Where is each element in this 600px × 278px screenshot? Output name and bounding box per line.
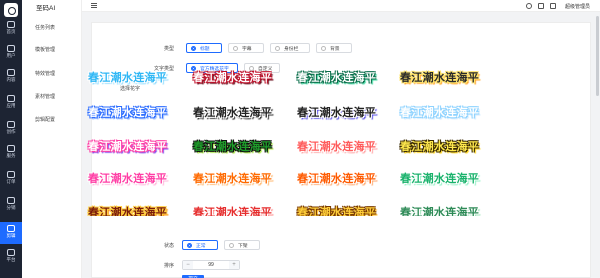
text-style-option-13[interactable]: 春江潮水连海平 — [193, 170, 272, 186]
refresh-icon[interactable] — [526, 3, 532, 9]
sort-value[interactable]: 99 — [193, 261, 229, 269]
sort-stepper: − 99 + — [182, 260, 240, 270]
text-style-option-3[interactable]: 春江潮水连海平 — [400, 69, 479, 85]
rail-item-4[interactable]: 创作 — [0, 118, 22, 140]
text-style-option-19[interactable]: 春江潮水连海平 — [400, 204, 479, 216]
text-style-option-7[interactable]: 春江潮水连海平 — [400, 104, 479, 120]
rail-item-label: 服务 — [6, 153, 16, 158]
subnav-item-4[interactable]: 剪辑配置 — [35, 116, 55, 123]
rail-item-label: 平台 — [6, 257, 16, 262]
user-icon — [7, 45, 15, 52]
type-option-subtitle[interactable]: 字幕 — [228, 43, 264, 53]
type-label: 类型 — [163, 46, 174, 52]
menu-toggle-icon[interactable] — [91, 3, 97, 8]
rail-item-label: 用户 — [6, 53, 16, 58]
rail-item-label: 分销 — [6, 205, 16, 210]
top-bar: 超级管理员 — [82, 0, 600, 12]
rail-item-9[interactable]: 平台 — [0, 246, 22, 268]
text-style-option-9[interactable]: 春江潮水连海平 — [193, 138, 272, 154]
type-option-title[interactable]: 标题 — [186, 43, 222, 53]
text-style-option-16[interactable]: 春江潮水连海平 — [88, 204, 167, 216]
text-style-option-8[interactable]: 春江潮水连海平 — [88, 138, 167, 154]
scrollbar-thumb[interactable] — [596, 16, 599, 96]
text-style-option-6[interactable]: 春江潮水连海平 — [297, 104, 376, 120]
text-style-option-4[interactable]: 春江潮水连海平 — [88, 104, 167, 120]
status-label: 状态 — [163, 243, 174, 249]
rail-item-8[interactable]: 剪辑 — [0, 222, 22, 244]
rail-item-7[interactable]: 分销 — [0, 194, 22, 216]
edit-icon — [7, 225, 15, 232]
type-option-background[interactable]: 背景 — [316, 43, 352, 53]
rail-item-2[interactable]: 内容 — [0, 66, 22, 88]
text-style-option-5[interactable]: 春江潮水连海平 — [193, 104, 272, 120]
text-style-option-18[interactable]: 春江潮水连海平 — [297, 204, 376, 216]
rail-item-1[interactable]: 用户 — [0, 42, 22, 64]
rail-item-0[interactable]: 首页 — [0, 18, 22, 40]
sort-label: 排序 — [163, 263, 174, 269]
rail-item-label: 剪辑 — [6, 233, 16, 238]
text-style-option-1[interactable]: 春江潮水连海平 — [193, 69, 272, 85]
share-icon — [7, 197, 15, 204]
status-option-normal[interactable]: 正常 — [182, 240, 218, 250]
rail-item-3[interactable]: 应用 — [0, 92, 22, 114]
type-option-id-bar[interactable]: 身份栏 — [270, 43, 310, 53]
content-icon — [7, 69, 15, 76]
rail-item-label: 创作 — [6, 129, 16, 134]
page-scrollbar[interactable] — [595, 12, 599, 278]
app-icon — [7, 95, 15, 102]
rail-item-5[interactable]: 服务 — [0, 142, 22, 164]
main-nav-rail: 首页用户内容应用创作服务订单分销剪辑平台 — [0, 0, 22, 278]
text-style-option-11[interactable]: 春江潮水连海平 — [400, 138, 479, 154]
text-style-option-14[interactable]: 春江潮水连海平 — [297, 170, 376, 186]
rail-item-6[interactable]: 订单 — [0, 168, 22, 190]
rail-item-label: 应用 — [6, 103, 16, 108]
subnav-item-3[interactable]: 素材管理 — [35, 93, 55, 100]
rail-item-label: 首页 — [6, 29, 16, 34]
home-icon — [7, 21, 15, 28]
text-style-option-10[interactable]: 春江潮水连海平 — [297, 138, 376, 154]
monitor-icon[interactable] — [550, 3, 556, 9]
status-option-off-shelf[interactable]: 下架 — [224, 240, 260, 250]
rail-item-label: 内容 — [6, 77, 16, 82]
platform-icon — [7, 249, 15, 256]
text-style-option-12[interactable]: 春江潮水连海平 — [88, 170, 167, 186]
style-grid: 春江潮水连海平 春江潮水连海平 春江潮水连海平 春江潮水连海平 春江潮水连海平 春江潮水连… — [85, 68, 518, 216]
app-logo[interactable] — [4, 3, 18, 17]
create-icon — [7, 121, 15, 128]
order-icon — [7, 171, 15, 178]
subnav-item-2[interactable]: 特效管理 — [35, 70, 55, 77]
brand-title: 至码AI — [36, 5, 56, 12]
rail-item-label: 订单 — [6, 179, 16, 184]
sort-decrement-button[interactable]: − — [183, 261, 193, 269]
text-style-option-0[interactable]: 春江潮水连海平 — [88, 69, 167, 85]
text-style-option-17[interactable]: 春江潮水连海平 — [193, 204, 272, 216]
sort-increment-button[interactable]: + — [229, 261, 239, 269]
diamond-icon — [7, 145, 15, 152]
link-icon[interactable] — [538, 3, 544, 9]
text-style-option-15[interactable]: 春江潮水连海平 — [400, 170, 479, 186]
text-style-option-2[interactable]: 春江潮水连海平 — [297, 69, 376, 85]
username[interactable]: 超级管理员 — [565, 3, 590, 10]
subnav-item-1[interactable]: 模板管理 — [35, 46, 55, 53]
sub-sidebar: 至码AI 任务列表模板管理特效管理素材管理剪辑配置 — [22, 0, 82, 278]
subnav-item-0[interactable]: 任务列表 — [35, 24, 55, 31]
